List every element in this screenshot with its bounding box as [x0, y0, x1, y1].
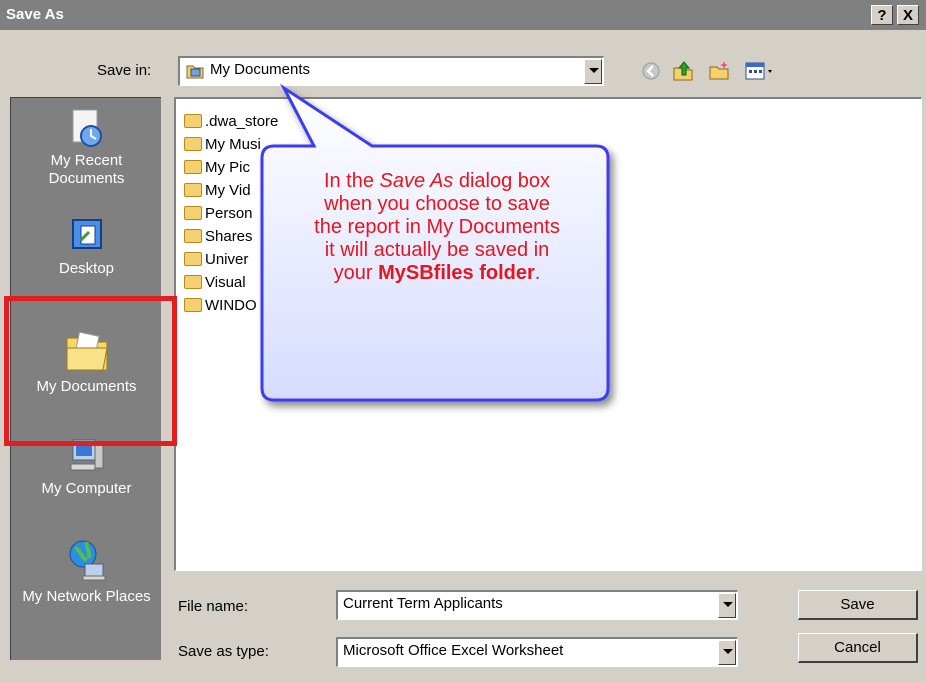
callout-text: In the Save As dialog box when you choos…	[314, 170, 560, 284]
save-as-type-label: Save as type:	[178, 643, 269, 660]
save-button[interactable]: Save	[798, 590, 918, 620]
save-as-type-arrow-icon[interactable]	[718, 640, 736, 665]
file-name-value: Current Term Applicants	[343, 595, 503, 612]
cancel-button[interactable]: Cancel	[798, 633, 918, 663]
save-as-type-dropdown[interactable]: Microsoft Office Excel Worksheet	[336, 637, 738, 667]
my-documents-highlight	[4, 296, 177, 446]
file-name-arrow-icon[interactable]	[718, 593, 736, 618]
file-name-label: File name:	[178, 598, 249, 615]
file-name-field[interactable]: Current Term Applicants	[336, 590, 738, 620]
save-as-type-value: Microsoft Office Excel Worksheet	[343, 642, 564, 659]
